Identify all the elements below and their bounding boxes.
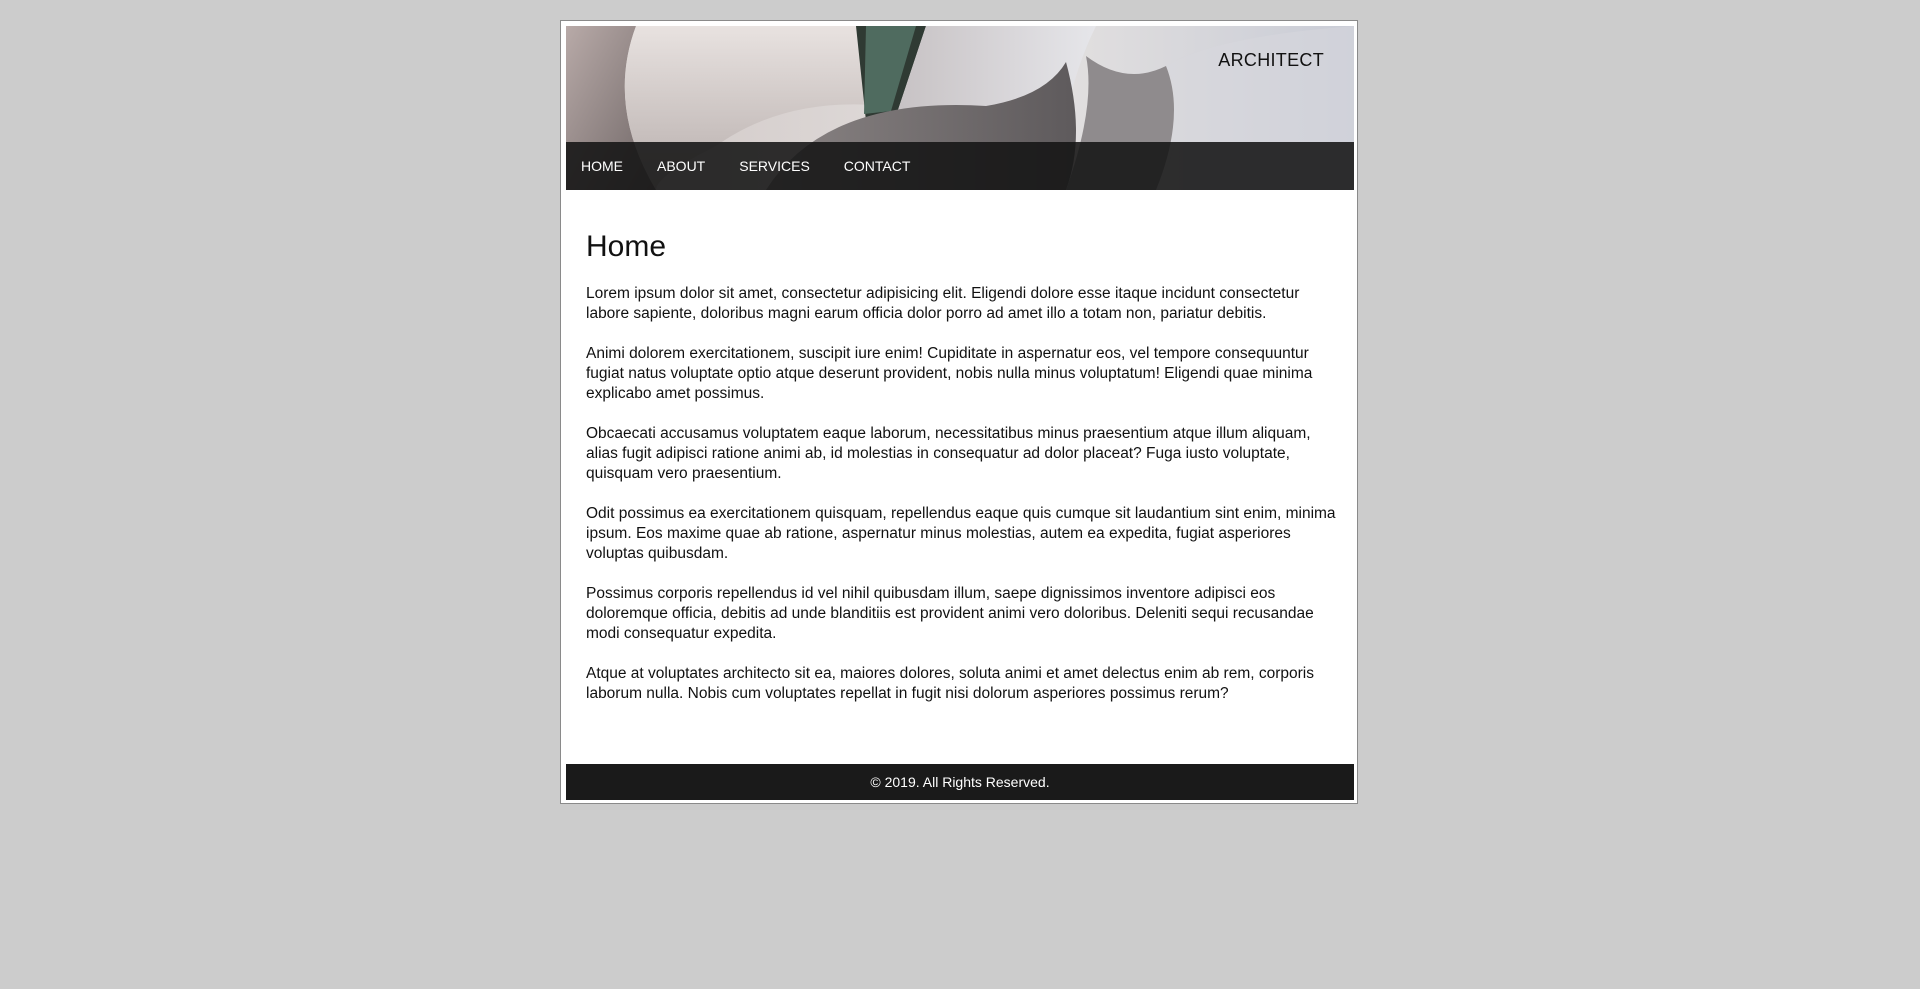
nav-item-about[interactable]: ABOUT: [657, 158, 705, 174]
site-brand[interactable]: ARCHITECT: [1218, 50, 1324, 71]
footer: © 2019. All Rights Reserved.: [566, 764, 1354, 800]
body-paragraph: Animi dolorem exercitationem, suscipit i…: [586, 345, 1313, 402]
nav-item-home[interactable]: HOME: [581, 158, 623, 174]
body-paragraph: Lorem ipsum dolor sit amet, consectetur …: [586, 285, 1300, 322]
page-container: ARCHITECT HOME ABOUT SERVICES CONTACT Ho…: [560, 20, 1358, 804]
body-paragraph: Atque at voluptates architecto sit ea, m…: [586, 665, 1314, 702]
body-paragraph: Odit possimus ea exercitationem quisquam…: [586, 505, 1336, 562]
main-nav: HOME ABOUT SERVICES CONTACT: [566, 142, 1354, 190]
body-paragraph: Possimus corporis repellendus id vel nih…: [586, 585, 1314, 642]
header: ARCHITECT HOME ABOUT SERVICES CONTACT: [566, 26, 1354, 190]
nav-item-contact[interactable]: CONTACT: [844, 158, 911, 174]
page-title: Home: [586, 230, 667, 263]
footer-copyright: © 2019. All Rights Reserved.: [870, 774, 1050, 790]
body-paragraph: Obcaecati accusamus voluptatem eaque lab…: [586, 425, 1311, 482]
main-content: Home Lorem ipsum dolor sit amet, consect…: [586, 230, 1338, 724]
nav-item-services[interactable]: SERVICES: [739, 158, 810, 174]
